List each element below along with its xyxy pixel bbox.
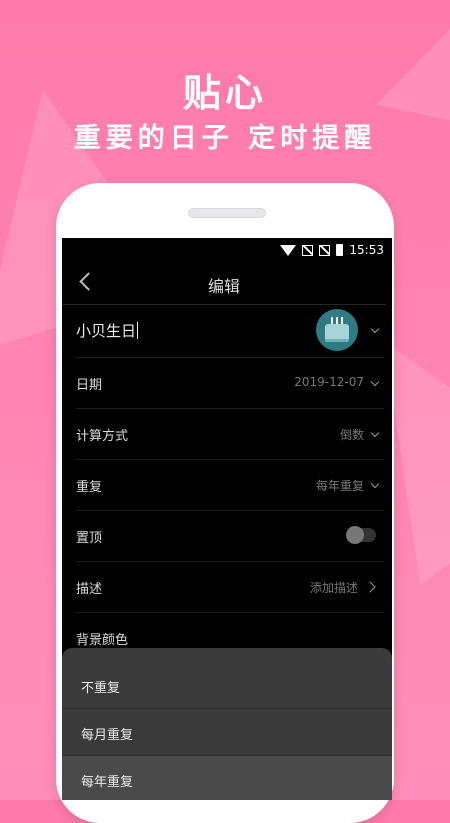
promo-subheadline: 重要的日子 定时提醒	[73, 123, 377, 154]
toggle-knob	[346, 526, 364, 544]
repeat-options-sheet: 不重复 每月重复 每年重复	[62, 648, 392, 800]
no-signal-icon	[319, 244, 331, 256]
status-time: 15:53	[349, 243, 384, 257]
no-signal-icon	[302, 244, 314, 256]
name-field[interactable]: 小贝生日	[76, 305, 384, 358]
chevron-down-icon[interactable]	[370, 428, 380, 438]
pin-toggle[interactable]	[346, 526, 376, 544]
calc-method-label: 计算方式	[76, 429, 129, 444]
cake-body	[325, 324, 349, 342]
cake-icon[interactable]	[316, 309, 358, 351]
page-title: 编辑	[207, 277, 240, 296]
wifi-icon	[280, 244, 297, 256]
candle	[331, 317, 333, 324]
description-placeholder[interactable]: 添加描述	[310, 579, 358, 596]
calc-method-row[interactable]: 计算方式 倒数	[76, 409, 384, 460]
chevron-right-icon[interactable]	[364, 581, 376, 593]
pin-label: 置顶	[76, 531, 103, 546]
promo-headline: 贴心	[182, 71, 267, 115]
chevron-down-icon[interactable]	[370, 324, 380, 334]
option-yearly[interactable]: 每年重复	[62, 756, 392, 800]
name-input[interactable]: 小贝生日	[76, 322, 136, 340]
phone-speaker	[188, 208, 266, 218]
candle	[336, 317, 338, 324]
description-label: 描述	[76, 582, 103, 597]
bg-color-label: 背景颜色	[76, 633, 129, 648]
text-caret	[137, 322, 139, 339]
option-monthly[interactable]: 每月重复	[62, 709, 392, 756]
title-bar: 编辑	[62, 262, 386, 305]
description-row[interactable]: 描述 添加描述	[76, 562, 384, 613]
calc-method-value[interactable]: 倒数	[340, 426, 364, 443]
battery-icon	[336, 244, 344, 256]
candle	[341, 317, 343, 324]
date-row[interactable]: 日期 2019-12-07	[76, 358, 384, 409]
repeat-row[interactable]: 重复 每年重复	[76, 460, 384, 511]
phone-screen: 15:53 编辑 小贝生日 日期 2019-12-07 计算方式 倒数 重复 每…	[62, 238, 392, 800]
date-value[interactable]: 2019-12-07	[294, 375, 364, 389]
date-label: 日期	[76, 378, 103, 393]
pin-row: 置顶	[76, 511, 384, 562]
repeat-label: 重复	[76, 480, 103, 495]
chevron-down-icon[interactable]	[370, 479, 380, 489]
chevron-down-icon[interactable]	[370, 377, 380, 387]
option-no-repeat[interactable]: 不重复	[62, 662, 392, 709]
repeat-value[interactable]: 每年重复	[316, 477, 364, 494]
status-bar: 15:53	[62, 238, 392, 262]
